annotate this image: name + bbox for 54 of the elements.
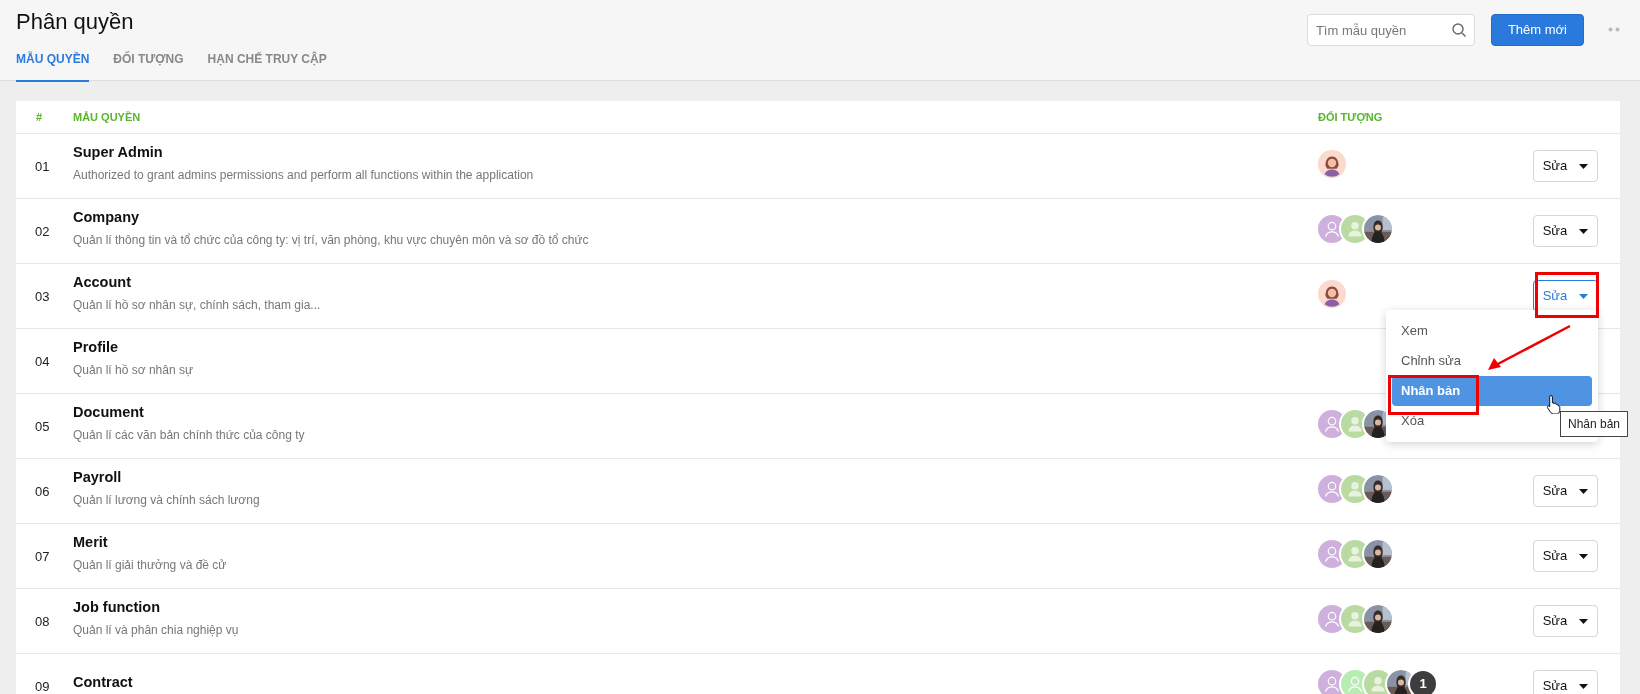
search-icon: [1450, 22, 1467, 38]
row-number: 06: [35, 484, 50, 499]
count-badge: 1: [1410, 670, 1436, 694]
tab[interactable]: MẪU QUYỀN: [16, 50, 90, 82]
edit-dropdown-button[interactable]: Sửa: [1533, 150, 1598, 182]
template-name: Job function: [73, 598, 160, 618]
edit-dropdown-button[interactable]: Sửa: [1533, 540, 1598, 572]
template-description: Quản lí hồ sơ nhân sự: [73, 361, 193, 379]
template-description: Quản lí hồ sơ nhân sự, chính sách, tham gia...: [73, 296, 321, 314]
column-header: #: [36, 110, 43, 123]
column-header: MẪU QUYỀN: [73, 110, 141, 123]
hand-cursor-icon: [1546, 394, 1562, 414]
row-number: 02: [35, 224, 50, 239]
tooltip: Nhân bản: [1560, 411, 1629, 437]
edit-dropdown-button[interactable]: Sửa: [1533, 215, 1598, 247]
search-field[interactable]: Tìm mẫu quyền: [1306, 14, 1475, 46]
row-number: 09: [35, 679, 50, 694]
menu-item[interactable]: Chỉnh sửa: [1392, 346, 1592, 376]
template-name: Payroll: [73, 468, 122, 488]
caret-icon: [1579, 618, 1589, 624]
highlight-frame: [1535, 272, 1599, 318]
template-name: Profile: [73, 338, 119, 358]
template-description: Quản lí lương và chính sách lương: [73, 491, 260, 509]
template-description: Quản lí giải thưởng và đề cử: [73, 556, 227, 574]
page-title: Phân quyền: [16, 8, 134, 36]
template-description: Quản lí các văn bản chính thức của công ty: [73, 426, 305, 444]
more-icon[interactable]: [1608, 27, 1620, 32]
row-number: 04: [35, 354, 50, 369]
row-number: 08: [35, 614, 50, 629]
add-button[interactable]: Thêm mới: [1490, 14, 1584, 46]
template-description: Quản lí và phân chia nghiệp vụ: [73, 621, 239, 639]
column-header: ĐỐI TƯỢNG: [1318, 110, 1383, 123]
edit-dropdown-button[interactable]: Sửa: [1533, 605, 1598, 637]
template-name: Account: [73, 273, 131, 293]
caret-icon: [1579, 488, 1589, 494]
template-description: Authorized to grant admins permissions and perform all functions within the application: [73, 166, 534, 184]
edit-dropdown-button[interactable]: Sửa: [1533, 475, 1598, 507]
row-number: 07: [35, 549, 50, 564]
template-description: Quản lí thông tin và tổ chức của công ty: vị trí, văn phòng, khu vực chuyên môn và sơ đồ tổ chức: [73, 231, 589, 249]
caret-icon: [1579, 163, 1589, 169]
template-name: Super Admin: [73, 143, 163, 163]
row-number: 03: [35, 289, 50, 304]
row-number: 05: [35, 419, 50, 434]
template-name: Contract: [73, 673, 133, 693]
template-name: Merit: [73, 533, 108, 553]
template-name: Company: [73, 208, 140, 228]
menu-item[interactable]: Xem: [1392, 316, 1592, 346]
caret-icon: [1579, 683, 1589, 689]
caret-icon: [1579, 553, 1589, 559]
edit-dropdown-button[interactable]: Sửa: [1533, 670, 1598, 694]
caret-icon: [1579, 228, 1589, 234]
template-name: Document: [73, 403, 144, 423]
row-number: 01: [35, 159, 50, 174]
caret-icon: [1579, 293, 1589, 299]
